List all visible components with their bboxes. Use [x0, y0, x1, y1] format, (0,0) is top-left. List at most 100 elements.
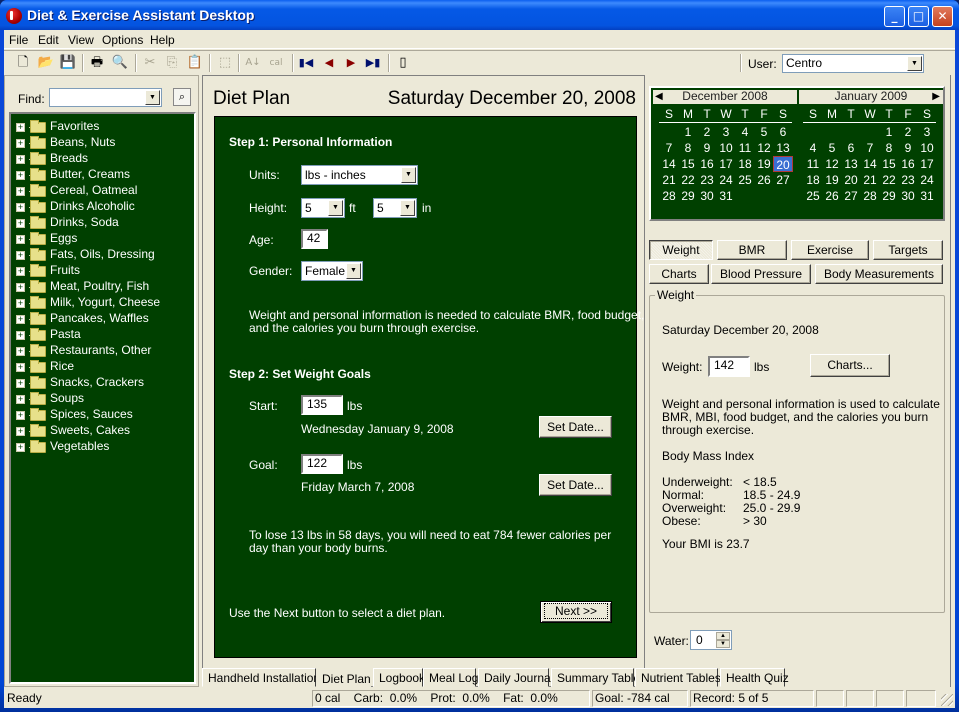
new-icon[interactable]: 🗋: [14, 54, 32, 72]
paste-icon[interactable]: 📋: [186, 54, 204, 72]
menu-file[interactable]: File: [9, 33, 28, 47]
save-icon[interactable]: 💾: [59, 54, 77, 72]
calendar-day[interactable]: 10: [917, 140, 937, 156]
calendar-day[interactable]: 14: [860, 156, 880, 172]
calendar-day[interactable]: 16: [898, 156, 918, 172]
calendar-day[interactable]: 6: [841, 140, 861, 156]
handheld-icon[interactable]: ▯: [394, 54, 412, 72]
calendar-day[interactable]: 7: [860, 140, 880, 156]
expand-icon[interactable]: +: [16, 139, 25, 148]
gender-select[interactable]: Female ▼: [301, 261, 363, 281]
calendar-day[interactable]: 4: [735, 124, 755, 140]
cut-icon[interactable]: ✂: [141, 54, 159, 72]
calendar-day[interactable]: 1: [678, 124, 698, 140]
calendar-day[interactable]: 6: [773, 124, 793, 140]
calendar-day[interactable]: 17: [917, 156, 937, 172]
exercise-tab-button[interactable]: Exercise: [791, 240, 869, 260]
expand-icon[interactable]: +: [16, 251, 25, 260]
calendar-day[interactable]: 15: [879, 156, 899, 172]
calendar-day[interactable]: 2: [697, 124, 717, 140]
calendar-day[interactable]: 8: [678, 140, 698, 156]
calendar-day[interactable]: 10: [716, 140, 736, 156]
targets-tab-button[interactable]: Targets: [873, 240, 943, 260]
find-button[interactable]: ⌕: [173, 88, 191, 106]
set-start-date-button[interactable]: Set Date...: [539, 416, 612, 438]
minimize-button[interactable]: _: [884, 6, 905, 27]
calendar-day[interactable]: 27: [773, 172, 793, 188]
expand-icon[interactable]: +: [16, 299, 25, 308]
calendar-day[interactable]: 8: [879, 140, 899, 156]
print-icon[interactable]: 🖶: [88, 54, 106, 72]
units-select[interactable]: lbs - inches ▼: [301, 165, 418, 185]
tab-daily-journal[interactable]: Daily Journal: [478, 668, 553, 687]
calendar-day[interactable]: 15: [678, 156, 698, 172]
calculate-icon[interactable]: cal: [267, 54, 285, 72]
expand-icon[interactable]: +: [16, 219, 25, 228]
calendar-day[interactable]: 3: [917, 124, 937, 140]
expand-icon[interactable]: +: [16, 347, 25, 356]
calendar-day[interactable]: 26: [822, 188, 842, 204]
expand-icon[interactable]: +: [16, 235, 25, 244]
expand-icon[interactable]: +: [16, 379, 25, 388]
calendar-day[interactable]: 25: [803, 188, 823, 204]
calendar-day[interactable]: 7: [659, 140, 679, 156]
calendar-day[interactable]: 21: [860, 172, 880, 188]
goal-weight-input[interactable]: 122: [301, 454, 343, 474]
calendar-day[interactable]: 4: [803, 140, 823, 156]
tab-logbook[interactable]: Logbook: [373, 668, 425, 687]
calendar-day[interactable]: 29: [678, 188, 698, 204]
weight-charts-button[interactable]: Charts...: [810, 354, 890, 377]
calendar-day[interactable]: 17: [716, 156, 736, 172]
calendar-day[interactable]: 3: [716, 124, 736, 140]
height-inches-select[interactable]: 5 ▼: [373, 198, 417, 218]
expand-icon[interactable]: +: [16, 283, 25, 292]
calendar-day[interactable]: 28: [860, 188, 880, 204]
expand-icon[interactable]: +: [16, 315, 25, 324]
calendar-day[interactable]: 9: [697, 140, 717, 156]
water-spinner[interactable]: 0 ▲ ▼: [690, 630, 732, 650]
expand-icon[interactable]: +: [16, 171, 25, 180]
expand-icon[interactable]: +: [16, 155, 25, 164]
calendar-day[interactable]: 5: [822, 140, 842, 156]
tab-handheld-installation[interactable]: Handheld Installation: [202, 668, 320, 687]
calendar-day[interactable]: 2: [898, 124, 918, 140]
calendar-day[interactable]: 22: [879, 172, 899, 188]
age-input[interactable]: 42: [301, 229, 328, 249]
maximize-button[interactable]: □: [908, 6, 929, 27]
calendar-day[interactable]: 25: [735, 172, 755, 188]
calendar-day[interactable]: 16: [697, 156, 717, 172]
calendar-day[interactable]: 23: [697, 172, 717, 188]
charts-tab-button[interactable]: Charts: [649, 264, 709, 284]
expand-icon[interactable]: +: [16, 411, 25, 420]
next-month-icon[interactable]: ▶: [932, 90, 940, 103]
calendar-day[interactable]: 12: [822, 156, 842, 172]
calendar-day[interactable]: 22: [678, 172, 698, 188]
user-select[interactable]: Centro ▼: [782, 54, 924, 73]
title-bar[interactable]: Diet & Exercise Assistant Desktop _ □ ✕: [0, 0, 959, 30]
chevron-down-icon[interactable]: ▼: [346, 263, 361, 279]
weight-tab-button[interactable]: Weight: [649, 240, 713, 260]
expand-icon[interactable]: +: [16, 267, 25, 276]
menu-help[interactable]: Help: [150, 33, 175, 47]
chevron-down-icon[interactable]: ▼: [145, 90, 160, 105]
first-record-icon[interactable]: ▮◀: [297, 54, 315, 72]
tab-meal-log[interactable]: Meal Log: [423, 668, 478, 687]
find-input[interactable]: ▼: [49, 88, 162, 107]
bmr-tab-button[interactable]: BMR: [717, 240, 787, 260]
calendar-day[interactable]: 26: [754, 172, 774, 188]
calendar-day[interactable]: 29: [879, 188, 899, 204]
calendar-day[interactable]: 27: [841, 188, 861, 204]
resize-grip[interactable]: [941, 694, 953, 706]
calendar-day[interactable]: 31: [917, 188, 937, 204]
menu-options[interactable]: Options: [102, 33, 143, 47]
calendar-day[interactable]: 19: [822, 172, 842, 188]
calendar-day[interactable]: 24: [716, 172, 736, 188]
start-weight-input[interactable]: 135: [301, 395, 343, 415]
menu-edit[interactable]: Edit: [38, 33, 59, 47]
calendar-day[interactable]: 13: [841, 156, 861, 172]
tab-summary-table[interactable]: Summary Table: [551, 668, 640, 687]
body-measurements-tab-button[interactable]: Body Measurements: [815, 264, 943, 284]
spin-up-icon[interactable]: ▲: [716, 632, 730, 640]
expand-icon[interactable]: +: [16, 203, 25, 212]
print-preview-icon[interactable]: 🔍: [111, 54, 129, 72]
